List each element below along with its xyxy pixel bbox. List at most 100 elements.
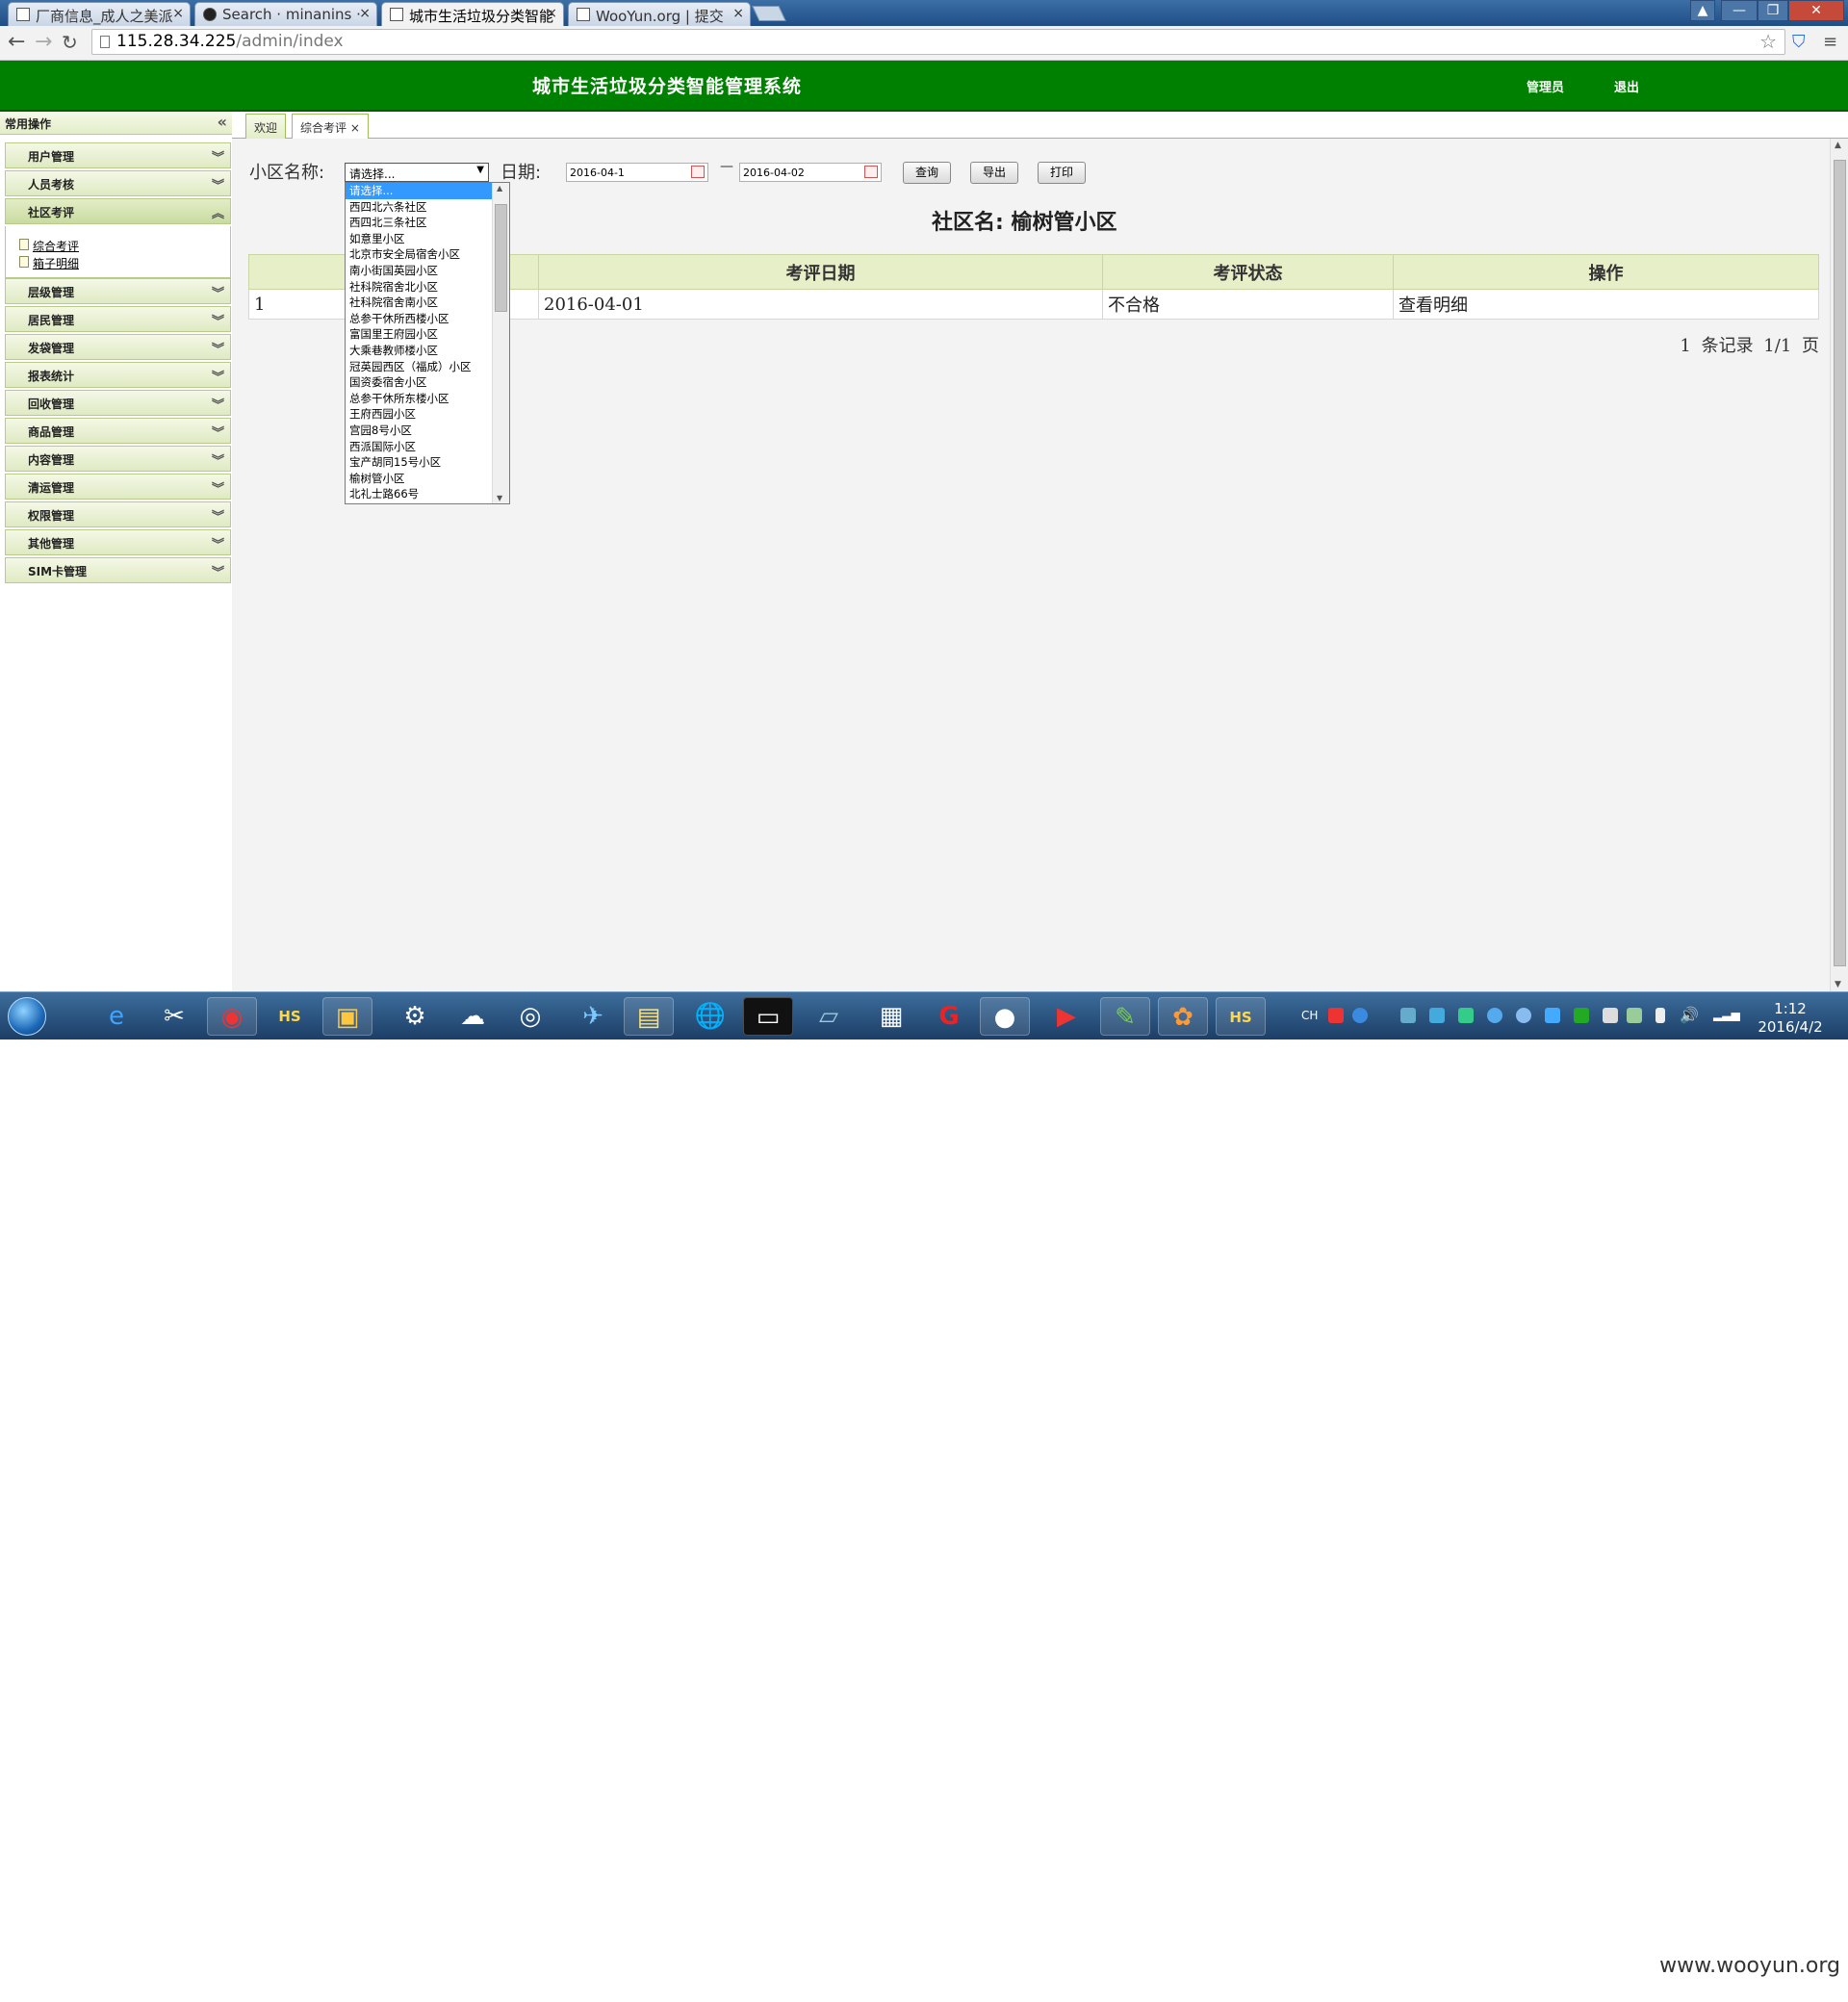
menu-icon[interactable]: ≡ [1823,31,1837,54]
sidebar-item[interactable]: 权限管理 ︾ [5,501,231,527]
dropdown-option[interactable]: 总参干休所东楼小区 [346,390,509,407]
dropdown-option[interactable]: 北京市安全局宿舍小区 [346,246,509,263]
page-scrollbar[interactable]: ▲ ▼ [1830,139,1848,991]
tab-welcome[interactable]: 欢迎 [245,114,287,139]
dropdown-option[interactable]: 宝产胡同15号小区 [346,454,509,471]
network-icon[interactable] [1603,1008,1618,1023]
sidebar-item[interactable]: 回收管理 ︾ [5,390,231,416]
sidebar-item-community-review[interactable]: 社区考评 ︽ [5,198,231,224]
dropdown-option[interactable]: 宫园8号小区 [346,422,509,439]
dropdown-option[interactable]: 西四北六条社区 [346,198,509,216]
network-tool-icon[interactable]: ⚙ [390,997,440,1036]
help-icon[interactable] [1352,1008,1368,1023]
dropdown-scrollbar[interactable]: ▲ ▼ [492,183,509,503]
media-player-icon[interactable]: ▶ [1041,997,1091,1036]
bear-app-icon[interactable]: ✿ [1158,997,1208,1036]
dropdown-option[interactable]: 大乘巷教师楼小区 [346,342,509,359]
chrome-icon[interactable]: ◉ [207,997,257,1036]
date-to-field[interactable]: 2016-04-02 [739,163,882,182]
sidebar-item[interactable]: 报表统计 ︾ [5,362,231,388]
remote-desktop-icon[interactable]: ▦ [866,997,916,1036]
dropdown-option[interactable]: 国资委宿舍小区 [346,374,509,391]
sidebar-item[interactable]: 内容管理 ︾ [5,446,231,472]
close-window-button[interactable]: ✕ [1788,0,1844,21]
tray-app-icon[interactable] [1487,1008,1502,1023]
volume-icon[interactable]: 🔊 [1680,1006,1699,1024]
browser-tab[interactable]: Search · minanins · × [194,2,377,26]
close-tab-icon[interactable]: × [350,121,360,135]
tab-comprehensive-review[interactable]: 综合考评 × [292,114,369,140]
image-editor-icon[interactable]: ✎ [1100,997,1150,1036]
snipping-tool-icon[interactable]: ✂ [149,997,199,1036]
admin-link[interactable]: 管理员 [1527,77,1564,95]
print-button[interactable]: 打印 [1038,162,1086,184]
forward-arrow-icon[interactable]: → [35,31,52,54]
signal-icon[interactable]: ▂▃▅ [1713,1008,1740,1021]
sidebar-item[interactable]: SIM卡管理 ︾ [5,557,231,583]
dropdown-option[interactable]: 榆树管小区 [346,470,509,487]
dropdown-option[interactable]: 如意里小区 [346,230,509,247]
minimize-button[interactable]: — [1721,0,1758,21]
export-button[interactable]: 导出 [970,162,1018,184]
dropdown-option[interactable]: 王府西园小区 [346,406,509,423]
logout-link[interactable]: 退出 [1614,77,1639,95]
calendar-icon[interactable] [691,166,705,178]
address-bar[interactable]: 115.28.34.225/admin/index ☆ [91,29,1785,55]
close-tab-icon[interactable]: × [359,6,371,21]
security-icon[interactable] [1458,1008,1474,1023]
tray-app-icon[interactable] [1429,1008,1445,1023]
notepad-icon[interactable]: ▱ [804,997,854,1036]
shield-extension-icon[interactable]: ⛉ [1792,31,1806,54]
scroll-up-icon[interactable]: ▲ [1835,141,1841,150]
dropdown-option[interactable]: 请选择... [346,183,509,199]
scroll-down-icon[interactable]: ▼ [497,494,502,502]
sidebar-item[interactable]: 其他管理 ︾ [5,529,231,555]
dropdown-option[interactable]: 总参干休所西楼小区 [346,310,509,327]
weibo-icon[interactable]: ◎ [505,997,555,1036]
sidebar-item-staff-assessment[interactable]: 人员考核 ︾ [5,170,231,196]
new-tab-button[interactable] [752,6,786,21]
internet-explorer-icon[interactable]: e [91,997,141,1036]
tray-app-icon[interactable] [1545,1008,1560,1023]
date-from-field[interactable]: 2016-04-1 [566,163,708,182]
scrollbar-thumb[interactable] [1834,160,1846,966]
sidebar-item-user-management[interactable]: 用户管理 ︾ [5,142,231,168]
sidebar-item[interactable]: 发袋管理 ︾ [5,334,231,360]
close-tab-icon[interactable]: × [172,6,184,21]
sidebar-item[interactable]: 商品管理 ︾ [5,418,231,444]
area-dropdown-list[interactable]: 请选择... 西四北六条社区 西四北三条社区 如意里小区 北京市安全局宿舍小区 南小街国英… [345,182,510,504]
globe-app-icon[interactable]: 🌐 [685,997,735,1036]
chat-app-icon[interactable]: ● [980,997,1030,1036]
airplane-app-icon[interactable]: ✈ [568,997,618,1036]
dropdown-option[interactable]: 北礼士路66号 [346,486,509,502]
hs-app-icon[interactable]: HS [1216,997,1266,1036]
back-arrow-icon[interactable]: ← [8,31,25,54]
area-select[interactable]: 请选择... ▼ [345,163,489,182]
tray-app-icon[interactable] [1516,1008,1531,1023]
submenu-bin-details[interactable]: 箱子明细 [19,255,79,271]
sidebar-item[interactable]: 居民管理 ︾ [5,306,231,332]
dropdown-option[interactable]: 南小街国英园小区 [346,262,509,279]
submenu-comprehensive-review[interactable]: 综合考评 [19,238,79,254]
sidebar-item[interactable]: 清运管理 ︾ [5,474,231,500]
dropdown-option[interactable]: 富国里王府园小区 [346,326,509,343]
bookmark-star-icon[interactable]: ☆ [1759,30,1777,54]
maximize-button[interactable]: ❐ [1758,0,1788,21]
dropdown-option[interactable]: 社科院宿舍南小区 [346,295,509,311]
dropdown-option[interactable]: 冠英园西区（福成）小区 [346,358,509,375]
dropdown-option[interactable]: 西四北三条社区 [346,215,509,231]
reload-icon[interactable]: ↻ [62,31,78,54]
view-details-link[interactable]: 查看明细 [1393,289,1819,320]
user-profile-icon[interactable]: ▲ [1690,0,1715,21]
red-app-icon[interactable]: G [924,997,974,1036]
scroll-down-icon[interactable]: ▼ [1835,980,1841,989]
taskbar-clock[interactable]: 1:12 2016/4/2 [1747,1000,1834,1037]
dropdown-option[interactable]: 社科院宿舍北小区 [346,278,509,295]
close-tab-icon[interactable]: × [732,6,744,21]
close-tab-icon[interactable]: × [546,6,557,21]
query-button[interactable]: 查询 [903,162,951,184]
baidu-cloud-icon[interactable]: ☁ [448,997,498,1036]
dropdown-option[interactable]: 西派国际小区 [346,438,509,455]
nvidia-icon[interactable] [1574,1008,1589,1023]
tray-app-icon[interactable] [1627,1008,1642,1023]
